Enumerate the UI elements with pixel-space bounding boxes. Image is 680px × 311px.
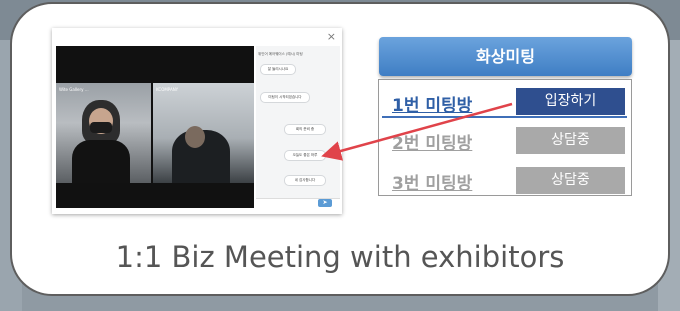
caption: 1:1 Biz Meeting with exhibitors: [115, 240, 565, 274]
